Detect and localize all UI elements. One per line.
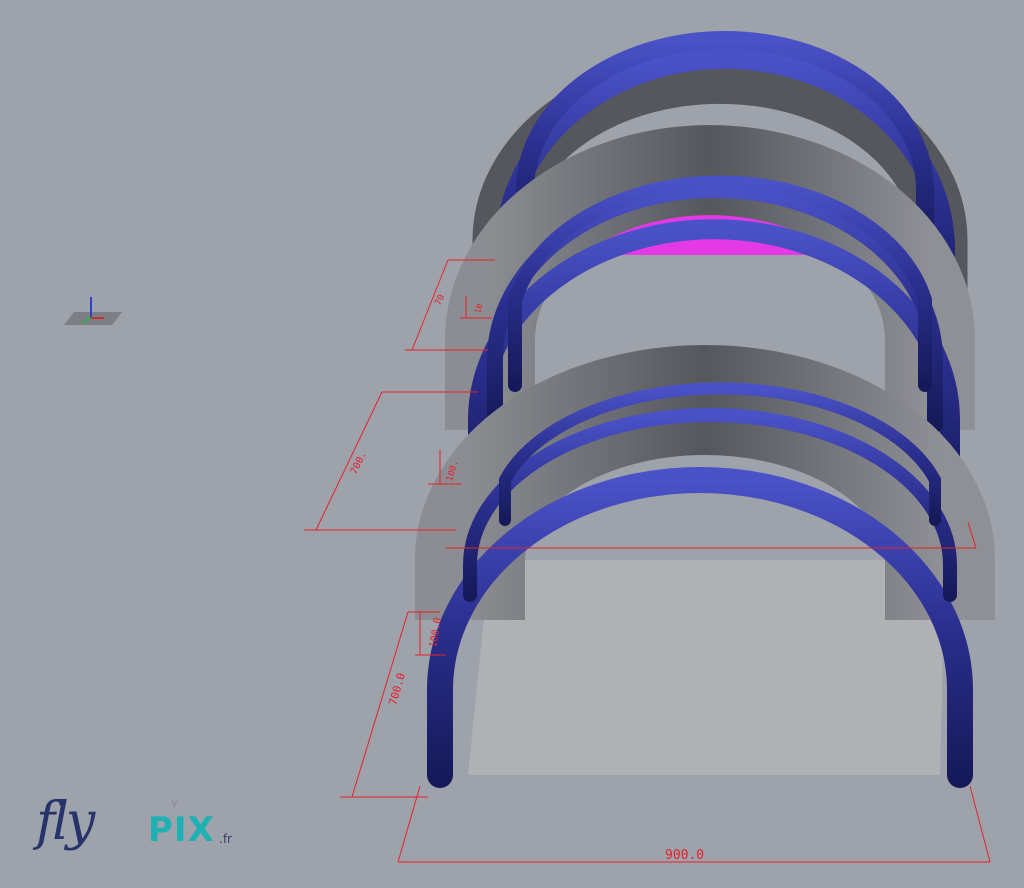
logo-pix-text: PIX (148, 810, 215, 850)
logo-check-icon: ∨ (170, 796, 179, 810)
dim-front-height-label: 700.0 (386, 671, 408, 706)
cad-viewport[interactable]: 900.0 700.0 100.0 700. 100. 70 10 (0, 0, 1024, 888)
logo-fly-text: fly (36, 792, 95, 852)
dim-mid-height-label: 700. (349, 450, 369, 476)
axis-gizmo-icon (64, 297, 122, 325)
logo-fr-text: .fr (219, 832, 232, 846)
dim-width-label: 900.0 (665, 848, 704, 863)
flypix-logo: fly ∨ PIX .fr (30, 792, 250, 862)
dim-back-height-label: 70 (434, 293, 448, 307)
tent-floor (468, 560, 945, 775)
